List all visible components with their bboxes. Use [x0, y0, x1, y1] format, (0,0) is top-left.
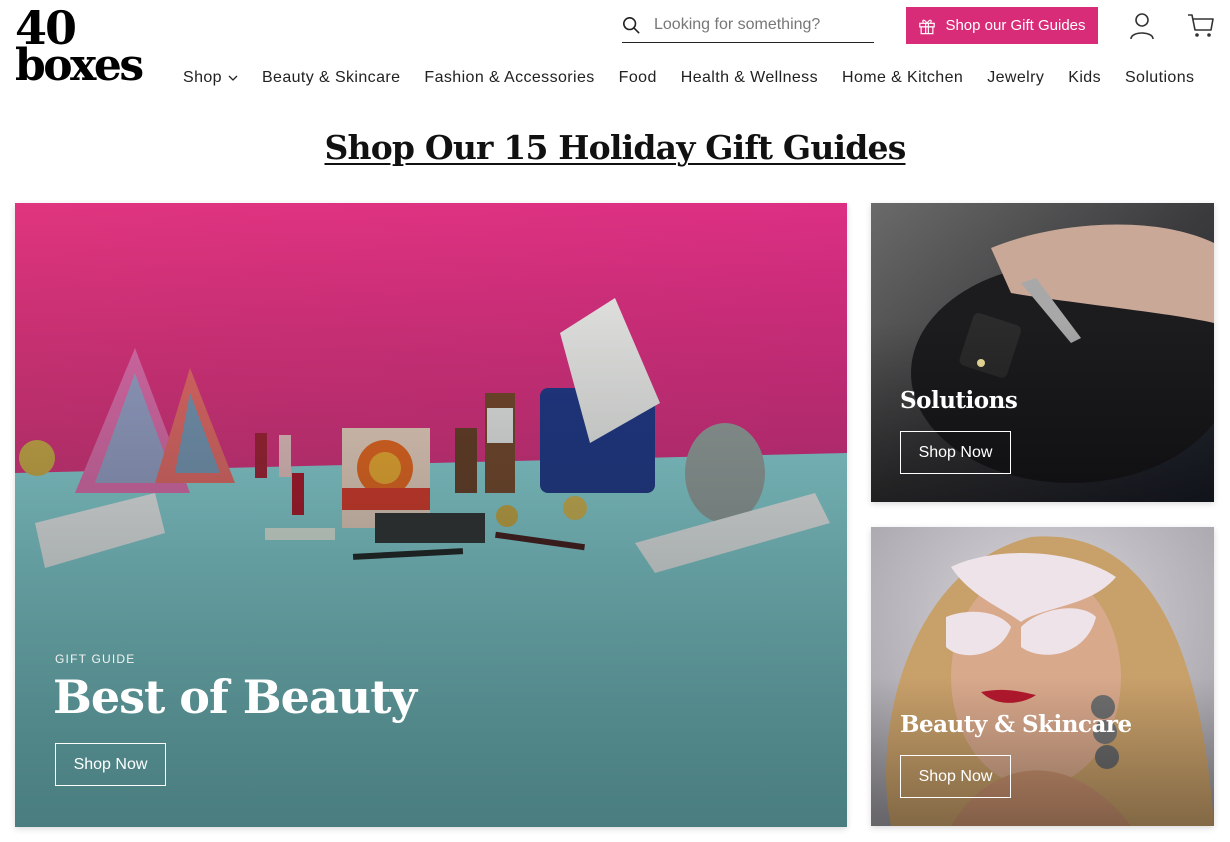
beauty-skincare-shop-now-button[interactable]: Shop Now	[900, 755, 1011, 798]
nav-item-food[interactable]: Food	[619, 69, 657, 87]
nav-item-label: Beauty & Skincare	[261, 69, 401, 86]
featured-shop-now-button[interactable]: Shop Now	[55, 743, 166, 786]
featured-image	[15, 203, 847, 827]
cart-icon[interactable]	[1187, 13, 1215, 39]
search-icon[interactable]	[622, 16, 640, 34]
gift-icon	[919, 19, 936, 34]
nav-item-home-kitchen[interactable]: Home & Kitchen	[842, 69, 963, 87]
search-bar	[622, 8, 874, 43]
nav-item-label: Jewelry	[987, 69, 1045, 86]
featured-eyebrow: GIFT GUIDE	[55, 652, 136, 666]
logo-line-2: boxes	[15, 39, 144, 91]
solutions-shop-now-button[interactable]: Shop Now	[900, 431, 1011, 474]
nav-item-label: Food	[618, 69, 657, 86]
beauty-skincare-card[interactable]: Beauty & Skincare Shop Now	[871, 527, 1214, 826]
nav-item-label: Fashion & Accessories	[424, 69, 595, 86]
nav-item-label: Kids	[1068, 69, 1101, 86]
featured-gift-guide-card[interactable]: GIFT GUIDE Best of Beauty Shop Now	[15, 203, 847, 827]
solutions-headline: Solutions	[900, 387, 1018, 414]
gift-button-label: Shop our Gift Guides	[945, 17, 1086, 34]
main-nav: Shop Beauty & Skincare Fashion & Accesso…	[183, 66, 1194, 90]
beauty-skincare-headline: Beauty & Skincare	[900, 711, 1132, 738]
solutions-card[interactable]: Solutions Shop Now	[871, 203, 1214, 502]
page-title: Shop Our 15 Holiday Gift Guides	[0, 128, 1230, 167]
nav-item-label: Health & Wellness	[680, 69, 818, 86]
featured-headline: Best of Beauty	[53, 670, 417, 724]
nav-item-label: Home & Kitchen	[841, 69, 964, 86]
nav-item-label: Shop	[183, 69, 222, 86]
nav-item-label: Solutions	[1124, 69, 1195, 86]
user-icon[interactable]	[1129, 12, 1155, 40]
nav-item-solutions[interactable]: Solutions	[1125, 69, 1194, 87]
nav-item-fashion-accessories[interactable]: Fashion & Accessories	[424, 69, 594, 87]
nav-item-kids[interactable]: Kids	[1068, 69, 1101, 87]
search-input[interactable]	[654, 16, 864, 34]
nav-item-beauty-skincare[interactable]: Beauty & Skincare	[262, 69, 400, 87]
nav-item-jewelry[interactable]: Jewelry	[987, 69, 1044, 87]
brand-logo[interactable]: 40 boxes	[15, 5, 144, 91]
nav-item-health-wellness[interactable]: Health & Wellness	[681, 69, 818, 87]
page-title-link[interactable]: Shop Our 15 Holiday Gift Guides	[324, 128, 906, 167]
shop-gift-guides-button[interactable]: Shop our Gift Guides	[906, 7, 1098, 44]
chevron-down-icon	[228, 75, 238, 81]
nav-item-shop[interactable]: Shop	[183, 69, 238, 87]
